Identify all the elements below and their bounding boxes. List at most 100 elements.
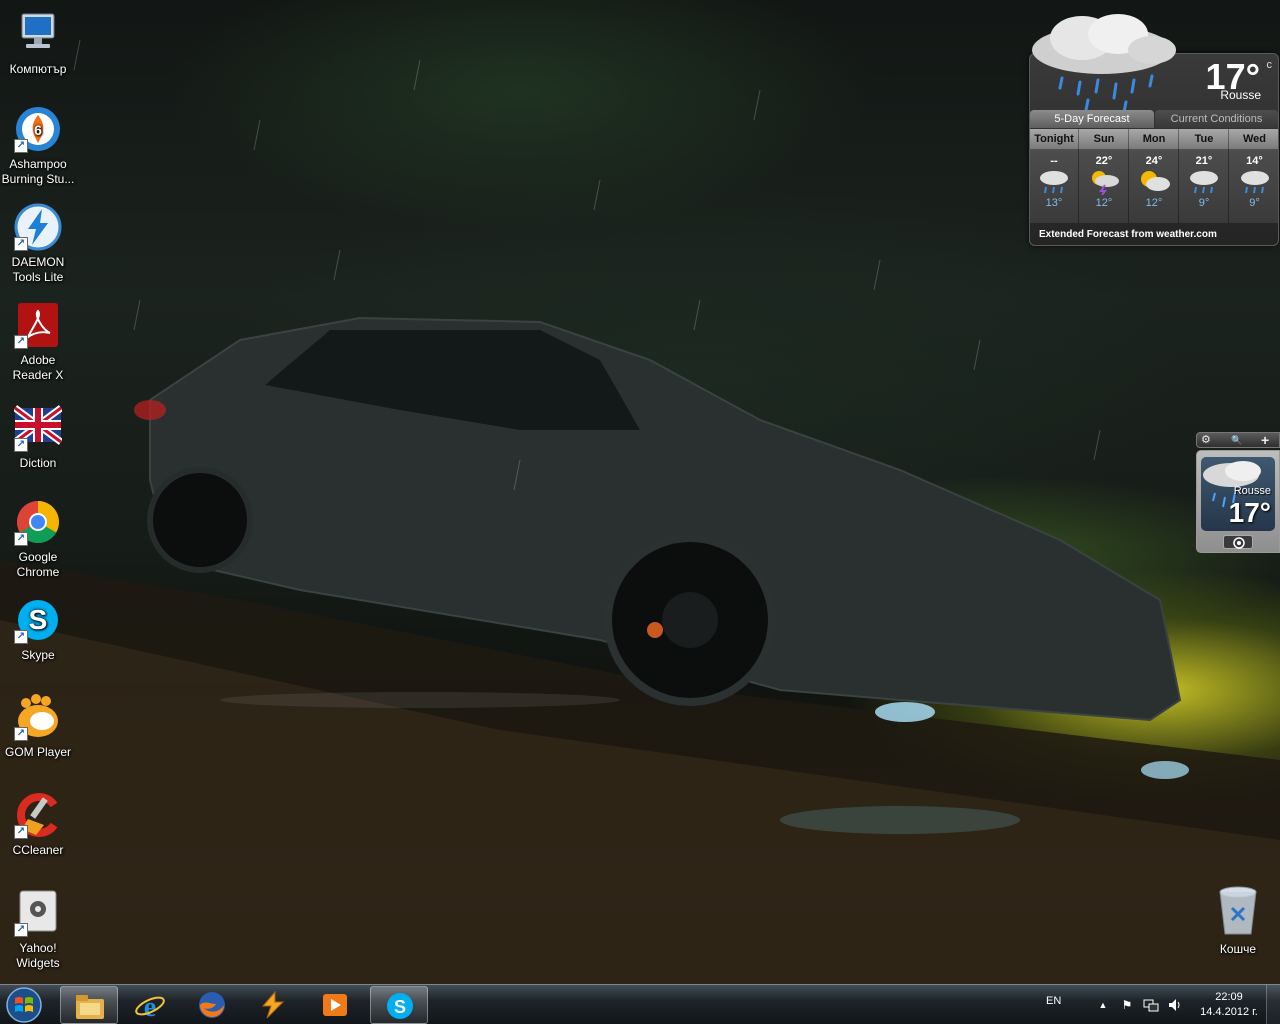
rain-icon: [1187, 169, 1221, 195]
desktop-icon-label: Yahoo! Widgets: [16, 941, 60, 970]
target-icon: [1233, 537, 1245, 549]
taskbar-media-player[interactable]: [306, 986, 364, 1024]
weather-widget[interactable]: 17° c Rousse 5-Day Forecast Current Cond…: [1029, 14, 1279, 246]
shortcut-arrow-icon: ↗: [14, 727, 28, 741]
desktop-icon-label: GOM Player: [4, 745, 71, 759]
shortcut-arrow-icon: ↗: [14, 923, 28, 937]
mini-weather-city: Rousse: [1233, 485, 1271, 497]
winamp-icon: [261, 990, 285, 1019]
partly-sunny-icon: [1137, 169, 1171, 195]
windows-logo-icon: [6, 987, 42, 1023]
taskbar-internet-explorer[interactable]: e: [121, 986, 179, 1024]
taskbar-skype[interactable]: S: [370, 986, 428, 1024]
desktop-icon-diction[interactable]: ↗ Diction: [0, 404, 76, 471]
shortcut-arrow-icon: ↗: [14, 825, 28, 839]
tab-current-conditions[interactable]: Current Conditions: [1155, 110, 1278, 128]
chrome-icon: ↗: [14, 498, 62, 546]
forecast-low: 12°: [1095, 197, 1113, 209]
mini-weather-gadget[interactable]: Rousse 17°: [1196, 450, 1280, 553]
desktop-icon-label: Компютър: [9, 62, 67, 76]
forecast-high: --: [1050, 155, 1058, 167]
recycle-bin-label: Кошче: [1219, 942, 1257, 956]
desktop-icon-gom-player[interactable]: ↗ GOM Player: [0, 693, 76, 760]
gadget-options-button[interactable]: [1223, 535, 1253, 549]
desktop-icon-label: CCleaner: [12, 843, 64, 857]
internet-explorer-icon: e: [135, 992, 165, 1020]
taskbar-winamp[interactable]: [244, 986, 302, 1024]
gom-player-icon: ↗: [14, 693, 62, 741]
forecast-day-name: Sun: [1093, 133, 1115, 145]
mini-weather-temperature: 17°: [1228, 497, 1271, 528]
action-center-flag-icon[interactable]: ⚑: [1119, 997, 1135, 1013]
forecast-low: 13°: [1045, 197, 1063, 209]
forecast-day-name: Tonight: [1034, 133, 1074, 145]
forecast-day-name: Wed: [1242, 133, 1267, 145]
media-player-icon: [323, 994, 347, 1016]
language-indicator[interactable]: EN: [1046, 995, 1061, 1007]
forecast-day: Wed 14° 9°: [1230, 129, 1279, 223]
gear-icon[interactable]: ⚙: [1201, 433, 1211, 447]
forecast-high: 22°: [1095, 155, 1113, 167]
network-icon[interactable]: [1143, 997, 1159, 1013]
show-hidden-icons-chevron-icon[interactable]: ▲: [1095, 997, 1111, 1013]
desktop-icon-ccleaner[interactable]: ↗ CCleaner: [0, 791, 76, 858]
forecast-days: Tonight -- 13° Sun 22° 12° Mon 24° 12° T…: [1030, 129, 1278, 223]
weather-city: Rousse: [1220, 88, 1261, 102]
skype-icon: S ↗: [14, 596, 62, 644]
show-desktop-button[interactable]: [1266, 985, 1280, 1024]
forecast-high: 21°: [1195, 155, 1213, 167]
skype-icon: S: [387, 993, 413, 1019]
desktop-icon-label: DAEMON Tools Lite: [11, 255, 65, 284]
svg-text:e: e: [144, 992, 156, 1020]
clock[interactable]: 22:09 14.4.2012 г.: [1198, 990, 1260, 1020]
start-button[interactable]: [4, 986, 44, 1024]
adobe-reader-icon: ↗: [14, 301, 62, 349]
gadget-toolbar: ⚙ 🔍 +: [1196, 432, 1280, 448]
desktop-icon-skype[interactable]: S ↗ Skype: [0, 596, 76, 663]
extended-forecast-link[interactable]: Extended Forecast from weather.com: [1039, 229, 1217, 240]
yahoo-widgets-icon: ↗: [14, 889, 62, 937]
desktop-icon-yahoo-widgets[interactable]: ↗ Yahoo! Widgets: [0, 889, 76, 971]
desktop-icon-adobe-reader[interactable]: ↗ Adobe Reader X: [0, 301, 76, 383]
file-explorer-icon: [76, 995, 104, 1019]
forecast-day-name: Mon: [1142, 133, 1166, 145]
forecast-day: Sun 22° 12°: [1080, 129, 1129, 223]
forecast-high: 24°: [1145, 155, 1163, 167]
clock-date: 14.4.2012 г.: [1200, 1006, 1258, 1018]
desktop-icon-recycle-bin[interactable]: Кошче: [1200, 886, 1276, 956]
tab-5-day-forecast[interactable]: 5-Day Forecast: [1030, 110, 1154, 128]
weather-tabs: 5-Day Forecast Current Conditions: [1030, 110, 1278, 128]
svg-text:6: 6: [34, 122, 42, 138]
shortcut-arrow-icon: ↗: [14, 237, 28, 251]
clock-time: 22:09: [1215, 991, 1243, 1003]
forecast-day: Mon 24° 12°: [1130, 129, 1179, 223]
rain-cloud-icon: [1032, 14, 1176, 114]
desktop-icon-label: Diction: [19, 456, 57, 470]
uk-flag-icon: ↗: [12, 404, 64, 452]
thunderstorm-icon: [1087, 169, 1121, 196]
taskbar-firefox[interactable]: [183, 986, 241, 1024]
desktop-icon-daemon-tools[interactable]: ↗ DAEMON Tools Lite: [0, 203, 76, 285]
search-icon[interactable]: 🔍: [1231, 433, 1242, 447]
shortcut-arrow-icon: ↗: [14, 532, 28, 546]
desktop-icon-label: Ashampoo Burning Stu...: [1, 157, 75, 186]
desktop-icon-label: Skype: [21, 648, 55, 662]
ashampoo-burning-studio-icon: 6 ↗: [14, 105, 62, 153]
recycle-bin-icon: [1219, 886, 1257, 935]
desktop-icon-ashampoo[interactable]: 6 ↗ Ashampoo Burning Stu...: [0, 105, 76, 187]
forecast-day-name: Tue: [1194, 133, 1214, 145]
computer-icon: [14, 10, 62, 58]
desktop-icon-label: Google Chrome: [16, 550, 60, 579]
add-gadget-button[interactable]: +: [1261, 433, 1269, 447]
forecast-low: 9°: [1198, 197, 1210, 209]
firefox-icon: [199, 992, 225, 1018]
desktop-icon-chrome[interactable]: ↗ Google Chrome: [0, 498, 76, 580]
shortcut-arrow-icon: ↗: [14, 438, 28, 452]
daemon-tools-icon: ↗: [14, 203, 62, 251]
taskbar-file-explorer[interactable]: [60, 986, 118, 1024]
desktop-icon-label: Adobe Reader X: [12, 353, 64, 382]
svg-text:S: S: [29, 604, 48, 635]
rain-icon: [1037, 169, 1071, 195]
volume-icon[interactable]: [1167, 997, 1183, 1013]
desktop-icon-computer[interactable]: Компютър: [0, 10, 76, 77]
